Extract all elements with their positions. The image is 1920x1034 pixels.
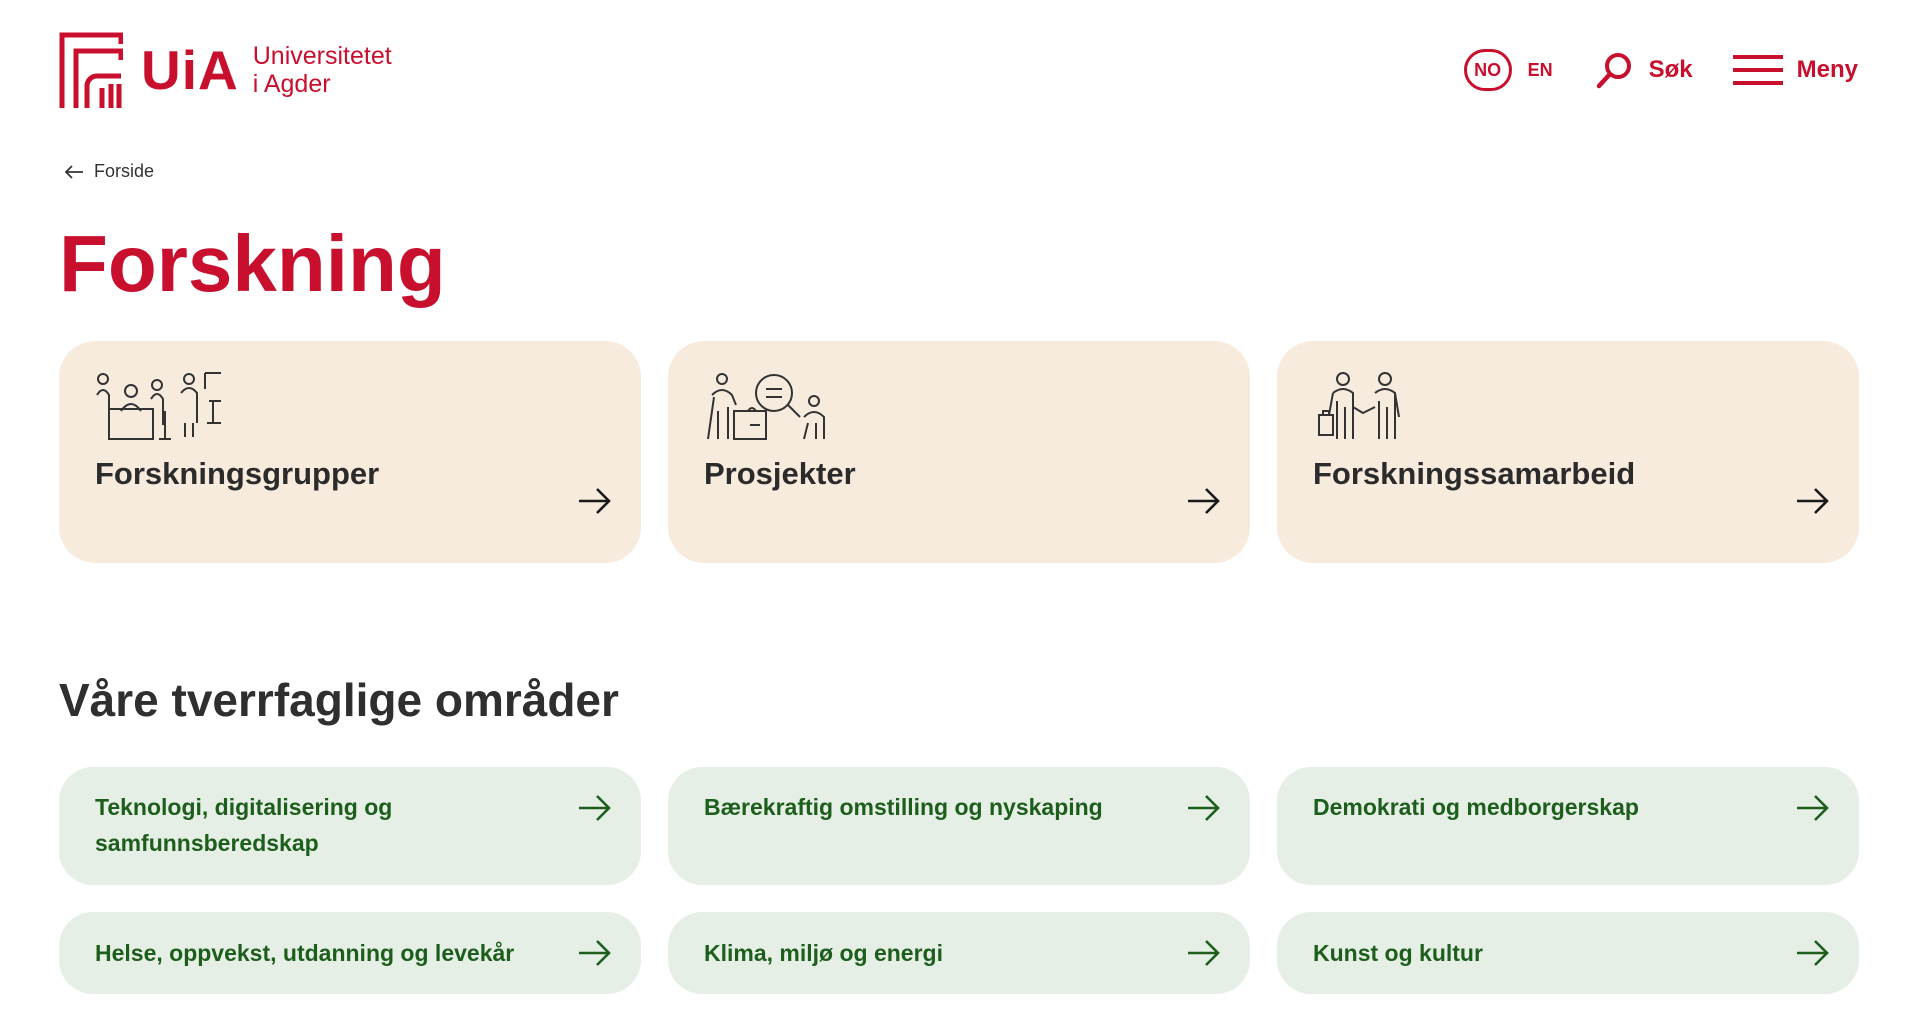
- area-label: Klima, miljø og energi: [704, 940, 943, 966]
- arrow-right-icon: [579, 940, 611, 966]
- site-header: UiA Universitetet i Agder NO EN Søk Meny: [0, 0, 1920, 140]
- card-label: Forskningssamarbeid: [1313, 456, 1636, 491]
- arrow-right-icon: [579, 795, 611, 821]
- arrow-right-icon: [1188, 795, 1220, 821]
- projects-illustration-icon: [707, 373, 825, 440]
- search-button[interactable]: Søk: [1595, 50, 1693, 90]
- search-icon: [1596, 53, 1631, 89]
- arrow-right-icon: [1797, 940, 1829, 966]
- card-label: Prosjekter: [704, 456, 856, 491]
- card-prosjekter[interactable]: Prosjekter: [668, 341, 1250, 563]
- area-link-kunst[interactable]: Kunst og kultur: [1277, 912, 1859, 994]
- arrow-left-icon: [64, 164, 83, 179]
- handshake-illustration-icon: [1318, 372, 1400, 439]
- arrow-right-icon: [1797, 488, 1829, 514]
- hamburger-menu-icon: [1732, 55, 1783, 85]
- area-link-baerekraftig[interactable]: Bærekraftig omstilling og nyskaping: [668, 767, 1250, 885]
- area-link-teknologi[interactable]: Teknologi, digitalisering og samfunnsber…: [59, 767, 641, 885]
- area-label: Demokrati og medborgerskap: [1313, 794, 1639, 820]
- area-label: Kunst og kultur: [1313, 940, 1483, 966]
- breadcrumb-home-link: Forside: [94, 161, 155, 181]
- logo-short-name: UiA: [141, 38, 239, 101]
- area-label: Teknologi, digitalisering og samfunnsber…: [95, 794, 393, 856]
- area-link-demokrati[interactable]: Demokrati og medborgerskap: [1277, 767, 1859, 885]
- arrow-right-icon: [1188, 940, 1220, 966]
- language-no-label: NO: [1474, 59, 1502, 80]
- language-en-button[interactable]: EN: [1528, 60, 1553, 81]
- menu-label: Meny: [1796, 56, 1858, 83]
- card-label: Forskningsgrupper: [95, 456, 380, 491]
- breadcrumb[interactable]: Forside: [64, 161, 154, 182]
- menu-button[interactable]: Meny: [1732, 53, 1858, 87]
- area-label: Helse, oppvekst, utdanning og levekår: [95, 940, 515, 966]
- area-link-helse[interactable]: Helse, oppvekst, utdanning og levekår: [59, 912, 641, 994]
- page-title: Forskning: [59, 219, 446, 308]
- arrow-right-icon: [1188, 488, 1220, 514]
- uia-logo-mark-icon: [59, 32, 123, 108]
- card-forskningsgrupper[interactable]: Forskningsgrupper: [59, 341, 641, 563]
- language-no-button[interactable]: NO: [1463, 49, 1512, 91]
- logo-line-1: Universitetet: [252, 42, 392, 70]
- uia-logo[interactable]: UiA Universitetet i Agder: [59, 32, 392, 108]
- research-group-illustration-icon: [96, 372, 221, 440]
- area-link-klima[interactable]: Klima, miljø og energi: [668, 912, 1250, 994]
- arrow-right-icon: [1797, 795, 1829, 821]
- header-tools: NO EN Søk Meny: [1463, 46, 1858, 94]
- logo-full-name: Universitetet i Agder: [253, 42, 392, 98]
- area-label: Bærekraftig omstilling og nyskaping: [704, 794, 1103, 820]
- search-label: Søk: [1648, 56, 1693, 83]
- card-forskningssamarbeid[interactable]: Forskningssamarbeid: [1277, 341, 1859, 563]
- arrow-right-icon: [579, 488, 611, 514]
- logo-line-2: i Agder: [252, 70, 331, 98]
- section-title-interdisciplinary-areas: Våre tverrfaglige områder: [59, 674, 619, 726]
